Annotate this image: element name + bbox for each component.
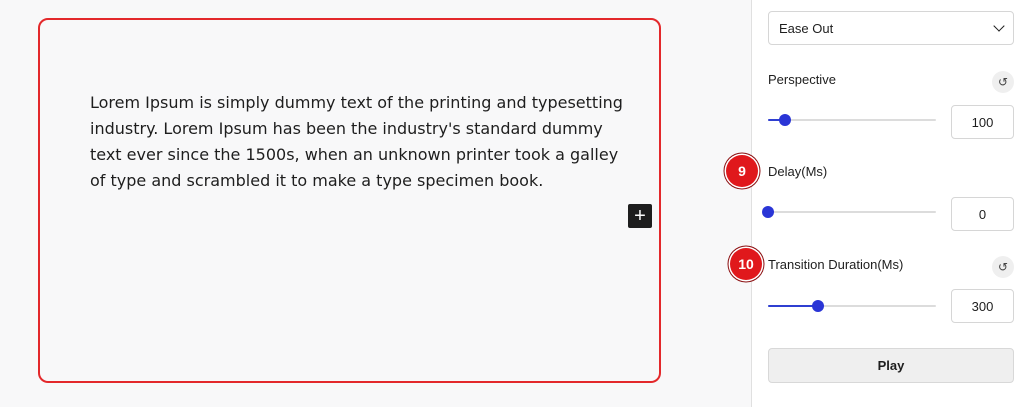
- slider-fill: [768, 305, 819, 307]
- perspective-input[interactable]: [951, 105, 1014, 139]
- chevron-down-icon: [993, 20, 1005, 32]
- perspective-slider[interactable]: [768, 113, 936, 127]
- selected-text-block[interactable]: Lorem Ipsum is simply dummy text of the …: [38, 18, 661, 383]
- transition-duration-slider[interactable]: [768, 299, 936, 313]
- slider-thumb[interactable]: [762, 206, 774, 218]
- transition-duration-reset-button[interactable]: ↺: [992, 256, 1014, 278]
- delay-slider[interactable]: [762, 205, 936, 219]
- delay-label: Delay(Ms): [768, 164, 828, 179]
- reset-icon: ↺: [997, 75, 1009, 89]
- add-block-button[interactable]: +: [628, 204, 652, 228]
- slider-thumb[interactable]: [778, 114, 791, 126]
- play-button[interactable]: Play: [768, 348, 1014, 383]
- paragraph-text[interactable]: Lorem Ipsum is simply dummy text of the …: [90, 90, 625, 194]
- perspective-label: Perspective: [768, 72, 836, 87]
- easing-select-value: Ease Out: [779, 20, 834, 36]
- transition-duration-label: Transition Duration(Ms): [768, 257, 904, 272]
- easing-select[interactable]: Ease Out: [768, 11, 1014, 45]
- slider-thumb[interactable]: [812, 300, 825, 312]
- editor-canvas: Lorem Ipsum is simply dummy text of the …: [0, 0, 751, 407]
- transition-duration-input[interactable]: [951, 289, 1014, 323]
- settings-sidebar: Ease Out Perspective ↺ Delay(Ms) Transit…: [751, 0, 1024, 407]
- step-marker-10: 10: [730, 248, 762, 280]
- plus-icon: +: [634, 205, 646, 227]
- step-marker-9: 9: [726, 155, 758, 187]
- perspective-reset-button[interactable]: ↺: [992, 71, 1014, 93]
- slider-track: [768, 119, 936, 121]
- slider-track: [768, 211, 936, 213]
- reset-icon: ↺: [997, 260, 1009, 274]
- delay-input[interactable]: [951, 197, 1014, 231]
